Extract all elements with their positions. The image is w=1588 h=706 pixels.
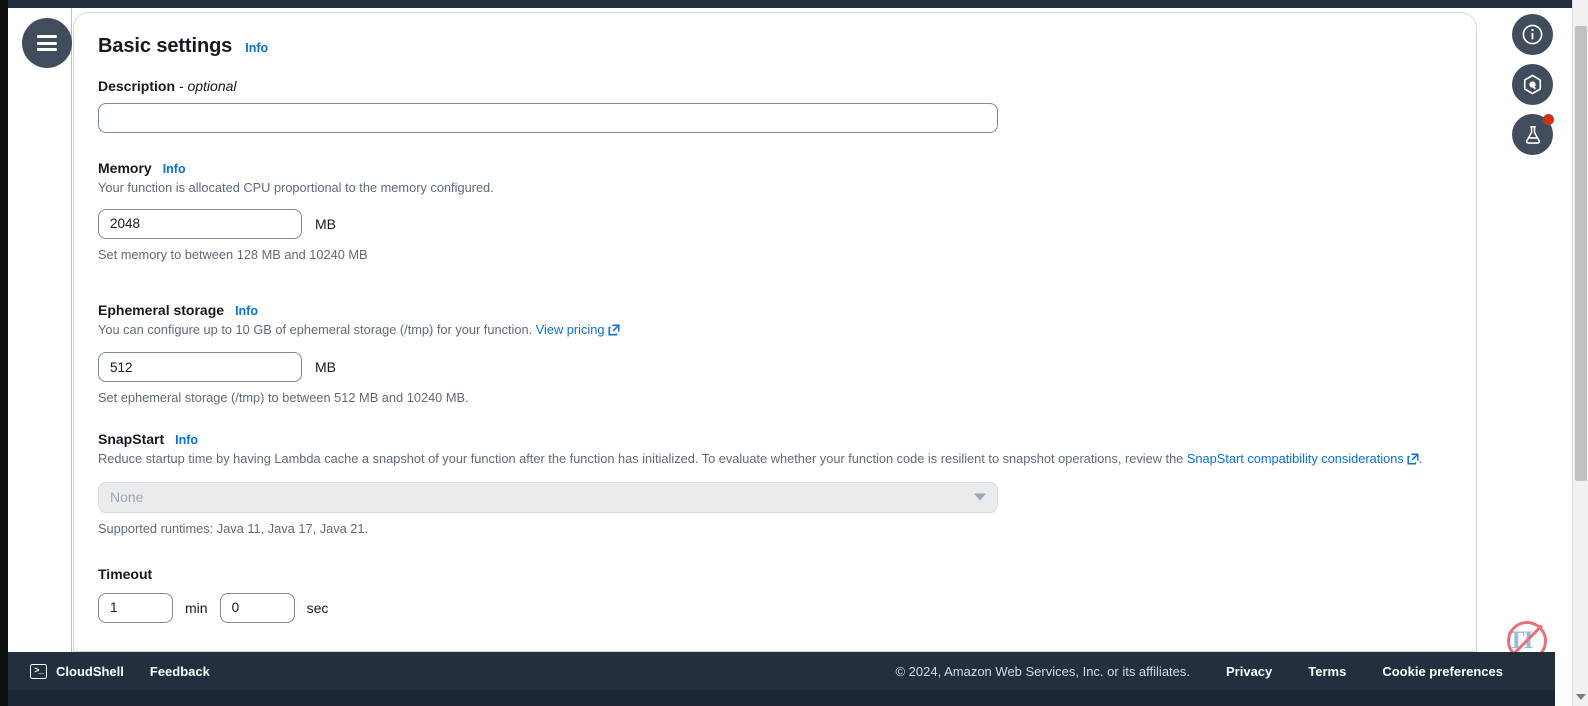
description-label-text: Description [98,78,176,94]
page-title: Basic settings [98,35,233,57]
ephemeral-storage-input[interactable] [98,352,302,383]
ephemeral-storage-description-row: You can configure up to 10 GB of ephemer… [98,321,1452,342]
memory-info-link[interactable]: Info [163,162,186,176]
footer-underlay [8,690,1555,706]
terms-link[interactable]: Terms [1308,664,1346,679]
snapstart-compatibility-link[interactable]: SnapStart compatibility considerations [1187,451,1404,466]
left-black-strip [0,0,8,706]
page-footer: >_ CloudShell Feedback © 2024, Amazon We… [8,652,1555,690]
snapstart-select[interactable]: None [98,481,998,513]
page-scrollbar[interactable] [1572,0,1588,706]
description-section: Description - optional [98,78,1452,133]
snapstart-label: SnapStart [98,431,165,448]
notification-badge [1543,114,1554,125]
top-edge-strip [8,0,1588,8]
memory-unit-label: MB [315,215,336,232]
snapstart-info-link[interactable]: Info [175,433,198,447]
memory-section: Memory Info Your function is allocated C… [98,160,1452,262]
timeout-seconds-unit: sec [306,599,329,616]
copyright-text: © 2024, Amazon Web Services, Inc. or its… [895,663,1190,679]
cloudshell-button[interactable]: >_ CloudShell [30,663,124,679]
privacy-link[interactable]: Privacy [1226,664,1272,679]
scrollbar-down-arrow[interactable] [1576,694,1586,700]
right-icon-rail [1512,14,1560,155]
ephemeral-storage-label: Ephemeral storage [98,301,225,318]
memory-description: Your function is allocated CPU proportio… [98,180,494,195]
footer-left-group: >_ CloudShell Feedback [8,663,210,679]
ephemeral-storage-section: Ephemeral storage Info You can configure… [98,302,1452,406]
timeout-label: Timeout [98,565,153,582]
memory-label: Memory [98,160,152,176]
snapstart-description-part1: Reduce startup time by having Lambda cac… [98,451,1187,467]
hamburger-bars [37,35,57,51]
snapstart-description-part2: . [1418,451,1423,467]
ephemeral-storage-description: You can configure up to 10 GB of ephemer… [98,321,533,337]
hamburger-menu-icon[interactable] [22,18,72,68]
footer-right-group: © 2024, Amazon Web Services, Inc. or its… [895,664,1555,679]
description-input[interactable] [98,103,998,133]
amazon-q-icon[interactable] [1512,64,1553,105]
experiments-flask-icon[interactable] [1512,114,1554,155]
snapstart-description-row: Reduce startup time by having Lambda cac… [98,450,1452,471]
cloudshell-label: CloudShell [56,663,124,679]
timeout-minutes-unit: min [185,599,208,616]
page-title-row: Basic settings Info [98,35,1452,58]
ephemeral-storage-info-link[interactable]: Info [235,304,258,318]
ephemeral-storage-input-row: MB [98,352,1452,383]
memory-input[interactable] [98,208,302,239]
external-link-icon [607,323,620,342]
external-link-icon [1407,452,1419,471]
timeout-section: Timeout min sec [98,566,1452,623]
snapstart-label-row: SnapStart Info [98,431,1452,447]
snapstart-selected-value: None [110,489,144,506]
chevron-down-icon [974,493,986,501]
cookie-preferences-link[interactable]: Cookie preferences [1382,664,1503,679]
ephemeral-storage-constraint-text: Set ephemeral storage (/tmp) to between … [98,390,469,406]
snapstart-supported-runtimes: Supported runtimes: Java 11, Java 17, Ja… [98,520,369,536]
feedback-link[interactable]: Feedback [150,664,210,679]
info-panel-icon[interactable] [1512,14,1553,55]
left-nav-rail [8,8,72,652]
basic-settings-info-link[interactable]: Info [245,41,268,55]
timeout-input-row: min sec [98,592,1452,623]
timeout-minutes-input[interactable] [98,592,173,623]
ephemeral-storage-unit-label: MB [315,359,336,376]
memory-input-row: MB [98,208,1452,239]
description-optional-suffix: - optional [178,78,237,94]
description-label: Description - optional [98,78,1452,94]
memory-label-row: Memory Info [98,160,1452,176]
view-pricing-link[interactable]: View pricing [536,322,605,337]
scrollbar-thumb[interactable] [1575,26,1587,481]
aws-lambda-basic-settings-page: Basic settings Info Description - option… [0,0,1588,706]
basic-settings-card: Basic settings Info Description - option… [73,12,1477,652]
terminal-prompt-icon: >_ [30,663,47,679]
snapstart-section: SnapStart Info Reduce startup time by ha… [98,431,1452,536]
ephemeral-storage-label-row: Ephemeral storage Info [98,302,1452,318]
memory-constraint-text: Set memory to between 128 MB and 10240 M… [98,246,368,262]
timeout-seconds-input[interactable] [219,592,295,623]
